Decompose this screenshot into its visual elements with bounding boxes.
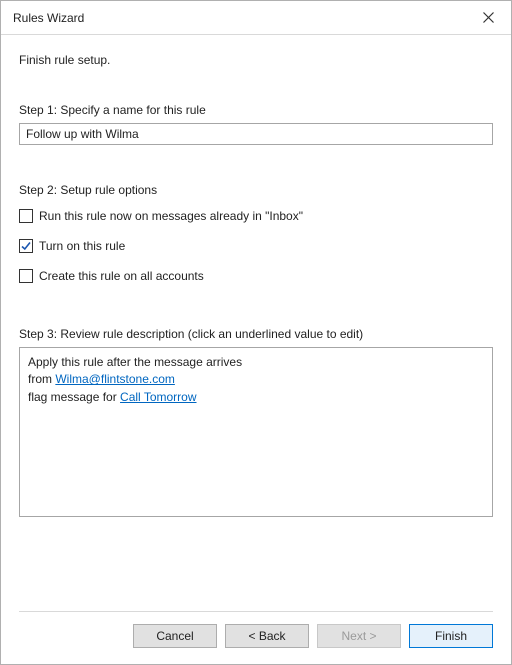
rules-wizard-window: Rules Wizard Finish rule setup. Step 1: … xyxy=(0,0,512,665)
desc-line-apply: Apply this rule after the message arrive… xyxy=(28,354,484,371)
wizard-body: Finish rule setup. Step 1: Specify a nam… xyxy=(1,35,511,595)
rule-name-input[interactable] xyxy=(19,123,493,145)
finish-button[interactable]: Finish xyxy=(409,624,493,648)
option-all-accounts-label: Create this rule on all accounts xyxy=(39,269,204,283)
step3-label: Step 3: Review rule description (click a… xyxy=(19,327,493,341)
desc-flag-link[interactable]: Call Tomorrow xyxy=(120,390,196,404)
desc-line-flag: flag message for Call Tomorrow xyxy=(28,389,484,406)
intro-text: Finish rule setup. xyxy=(19,53,493,67)
option-turn-on-label: Turn on this rule xyxy=(39,239,125,253)
desc-flag-prefix: flag message for xyxy=(28,390,120,404)
close-button[interactable] xyxy=(465,1,511,34)
close-icon xyxy=(483,12,494,23)
titlebar: Rules Wizard xyxy=(1,1,511,35)
step1-label: Step 1: Specify a name for this rule xyxy=(19,103,493,117)
option-run-now-label: Run this rule now on messages already in… xyxy=(39,209,303,223)
rule-description-box: Apply this rule after the message arrive… xyxy=(19,347,493,517)
checkbox-all-accounts[interactable] xyxy=(19,269,33,283)
check-icon xyxy=(20,240,32,252)
footer: Cancel < Back Next > Finish xyxy=(1,595,511,664)
desc-from-link[interactable]: Wilma@flintstone.com xyxy=(55,372,175,386)
option-turn-on[interactable]: Turn on this rule xyxy=(19,239,493,253)
cancel-button[interactable]: Cancel xyxy=(133,624,217,648)
step2-label: Step 2: Setup rule options xyxy=(19,183,493,197)
checkbox-turn-on[interactable] xyxy=(19,239,33,253)
back-button[interactable]: < Back xyxy=(225,624,309,648)
window-title: Rules Wizard xyxy=(13,11,84,25)
checkbox-run-now[interactable] xyxy=(19,209,33,223)
option-run-now[interactable]: Run this rule now on messages already in… xyxy=(19,209,493,223)
next-button: Next > xyxy=(317,624,401,648)
footer-separator xyxy=(19,611,493,612)
desc-from-prefix: from xyxy=(28,372,55,386)
option-all-accounts[interactable]: Create this rule on all accounts xyxy=(19,269,493,283)
desc-line-from: from Wilma@flintstone.com xyxy=(28,371,484,388)
button-row: Cancel < Back Next > Finish xyxy=(19,624,493,648)
